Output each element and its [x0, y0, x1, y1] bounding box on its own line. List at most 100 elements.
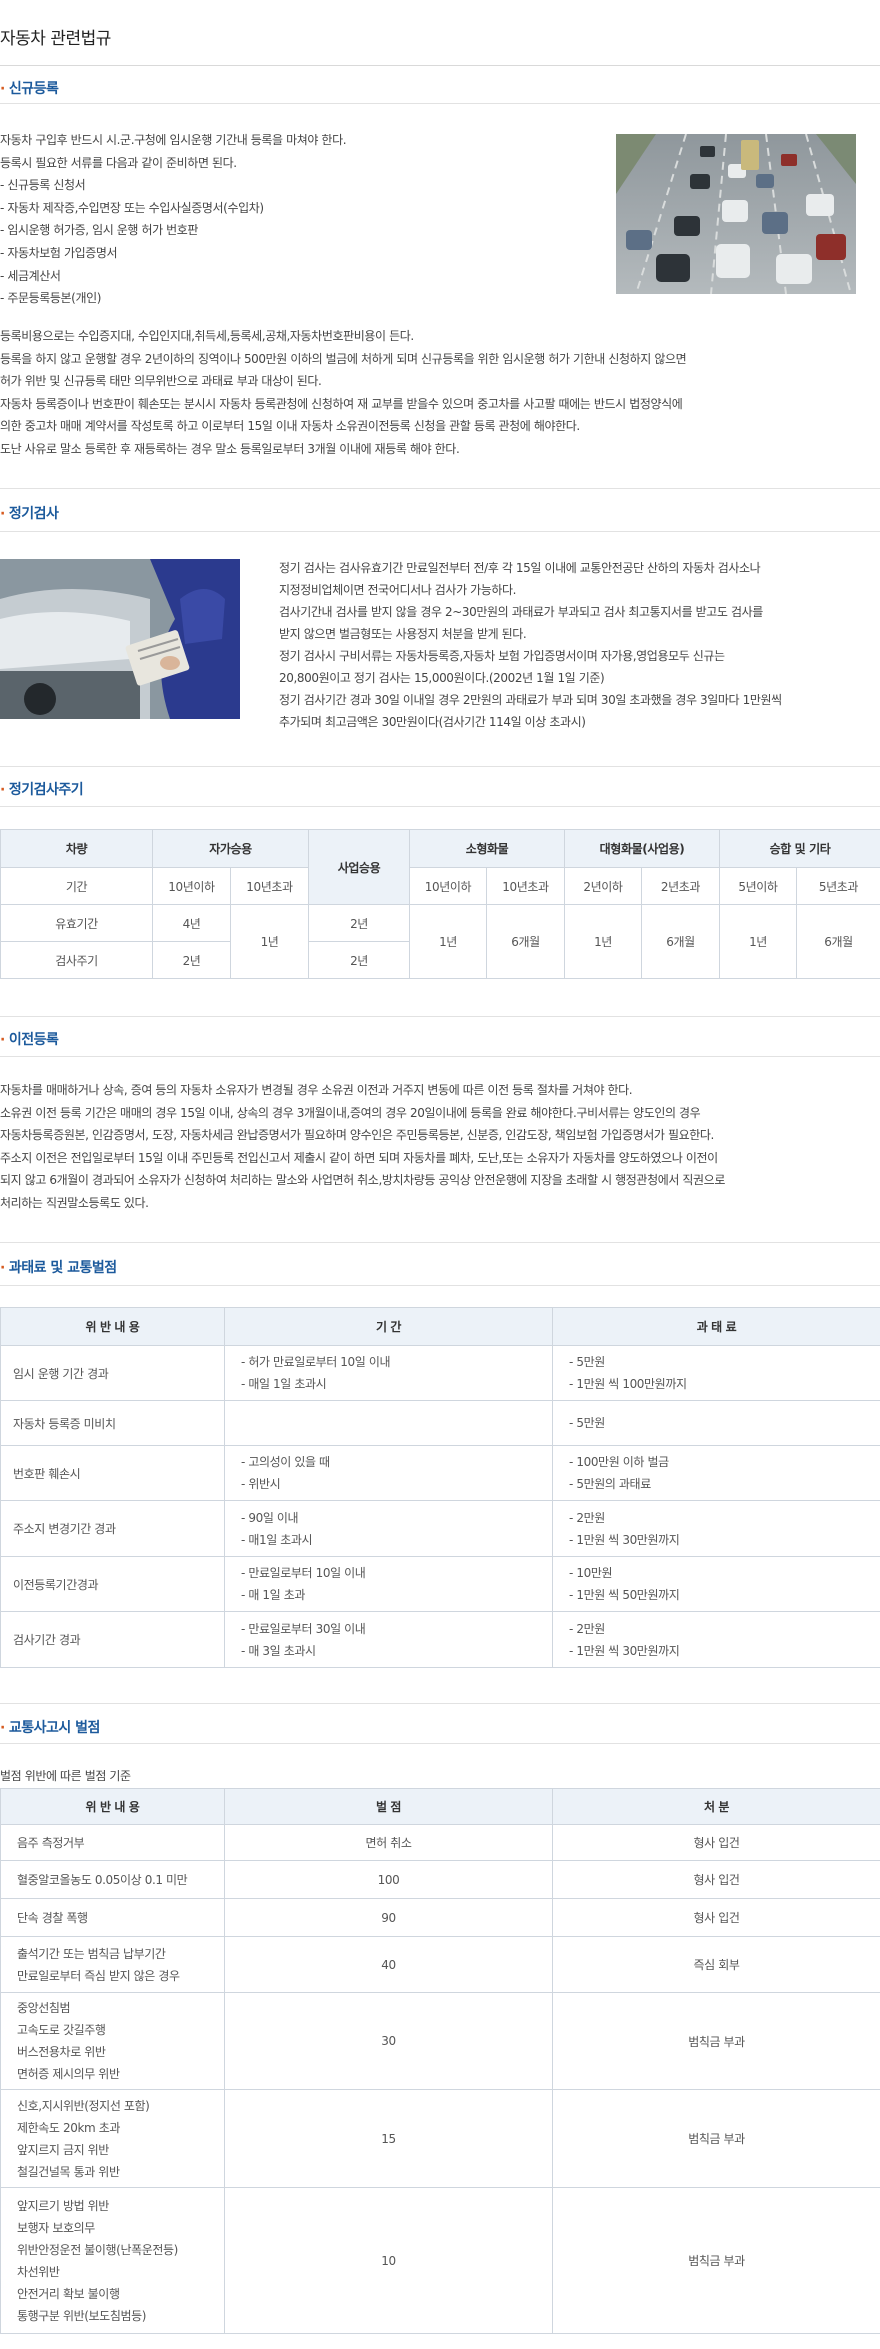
violation-line: 만료일로부터 즉심 받지 않은 경우 — [17, 1968, 180, 1983]
table-cell: 2년 — [152, 941, 231, 979]
fine-line: - 2만원 — [569, 1510, 605, 1525]
text-line: 지정정비업체이면 전국어디서나 검사가 가능하다. — [279, 583, 517, 597]
action-cell: 즉심 회부 — [552, 1936, 880, 1993]
violation-item: 번호판 훼손시 — [0, 1445, 225, 1501]
fine-line: - 5만원의 과태료 — [569, 1477, 651, 1491]
period-line: - 90일 이내 — [241, 1510, 299, 1525]
violation-line: 안전거리 확보 불이행 — [17, 2286, 120, 2301]
text-line: - 자동차보험 가입증명서 — [0, 245, 118, 260]
section-label: 정기검사 — [8, 506, 59, 522]
table-header: 차량 — [0, 829, 153, 868]
period-line: - 만료일로부터 30일 이내 — [241, 1621, 366, 1636]
section-title-transfer: · 이전등록 — [0, 1029, 880, 1049]
action-cell: 범칙금 부과 — [552, 2187, 880, 2334]
points-cell: 15 — [224, 2089, 553, 2188]
text-line: 정기 검사는 검사유효기간 만료일전부터 전/후 각 15일 이내에 교통안전공… — [279, 561, 761, 575]
period-line: - 매 1일 초과 — [241, 1588, 305, 1602]
section-divider — [0, 806, 880, 807]
fine-line: - 10만원 — [569, 1566, 613, 1580]
violation-line: 차선위반 — [17, 2264, 60, 2279]
text-line: 받지 않으면 벌금형또는 사용정지 처분을 받게 된다. — [279, 627, 527, 641]
section-divider — [0, 531, 880, 532]
action-cell: 범칙금 부과 — [552, 1992, 880, 2090]
bullet-icon: · — [0, 506, 5, 522]
page-title: 자동차 관련법규 — [0, 29, 111, 49]
section-label: 신규등록 — [8, 81, 59, 97]
table-cell: 2년 — [308, 941, 410, 979]
table-cell: 2년 — [308, 904, 410, 942]
violation-line: 단속 경찰 폭행 — [17, 1910, 88, 1925]
points-cell: 90 — [224, 1898, 553, 1937]
text-line: 추가되며 최고금액은 30만원이다(검사기간 114일 이상 초과시) — [279, 715, 586, 729]
violation-cell: 중앙선침범 고속도로 갓길주행 버스전용차로 위반 면허증 제시의무 위반 — [0, 1992, 225, 2090]
violation-cell: 신호,지시위반(정지선 포함) 제한속도 20km 초과 앞지르지 금지 위반 … — [0, 2089, 225, 2188]
traffic-illustration — [616, 134, 856, 294]
table-cell: 2년이하 — [564, 867, 642, 905]
text-line: 정기 검사기간 경과 30일 이내일 경우 2만원의 과태료가 부과 되며 30… — [279, 693, 782, 707]
fine-cell: - 100만원 이하 벌금 - 5만원의 과태료 — [552, 1445, 880, 1501]
row-label: 검사주기 — [0, 941, 153, 979]
text-line: 정기 검사시 구비서류는 자동차등록증,자동차 보험 가입증명서이며 자가용,영… — [279, 649, 725, 663]
text-line: 검사기간내 검사를 받지 않을 경우 2~30만원의 과태료가 부과되고 검사 … — [279, 605, 763, 619]
inspection-text: 정기 검사는 검사유효기간 만료일전부터 전/후 각 15일 이내에 교통안전공… — [279, 557, 782, 733]
fine-line: - 5만원 — [569, 1416, 605, 1430]
table-row: 자동차 등록증 미비치 - 5만원 — [0, 1400, 880, 1446]
text-line: 20,800원이고 정기 검사는 15,000원이다.(2002년 1월 1일 … — [279, 671, 605, 685]
text-line: 자동차 등록증이나 번호판이 훼손또는 분시시 자동차 등록관청에 신청하여 재… — [0, 396, 683, 411]
period-line: - 고의성이 있을 때 — [241, 1455, 330, 1469]
table-header: 소형화물 — [409, 829, 565, 868]
table-cell: 1년 — [230, 904, 309, 979]
fine-line: - 100만원 이하 벌금 — [569, 1455, 669, 1469]
row-label: 유효기간 — [0, 904, 153, 942]
section-divider — [0, 766, 880, 767]
table-cell: 1년 — [719, 904, 797, 979]
table-header: 자가승용 — [152, 829, 309, 868]
table-row: 중앙선침범 고속도로 갓길주행 버스전용차로 위반 면허증 제시의무 위반 30… — [0, 1992, 880, 2090]
table-row: 음주 측정거부 면허 취소 형사 입건 — [0, 1824, 880, 1861]
table-cell: 5년초과 — [795, 867, 880, 905]
action-cell: 범칙금 부과 — [552, 2089, 880, 2188]
section-divider — [0, 1056, 880, 1057]
violation-cell: 앞지르기 방법 위반 보행자 보호의무 위반안정운전 불이행(난폭운전등) 차선… — [0, 2187, 225, 2334]
violation-item: 검사기간 경과 — [0, 1611, 225, 1668]
points-cell: 100 — [224, 1860, 553, 1899]
table-header: 기 간 — [224, 1307, 553, 1346]
violation-item: 자동차 등록증 미비치 — [0, 1400, 225, 1446]
table-header-row: 위 반 내 용 벌 점 처 분 — [0, 1788, 880, 1825]
section-label: 교통사고시 벌점 — [8, 1720, 101, 1736]
table-cell: 6개월 — [795, 904, 880, 979]
action-cell: 형사 입건 — [552, 1824, 880, 1861]
violation-line: 철길건널목 통과 위반 — [17, 2164, 120, 2179]
table-cell: 4년 — [152, 904, 231, 942]
text-line: 처리하는 직권말소등록도 있다. — [0, 1195, 149, 1210]
violation-line: 출석기간 또는 범칙금 납부기간 — [17, 1946, 166, 1961]
violation-item: 주소지 변경기간 경과 — [0, 1500, 225, 1557]
period-line: - 만료일로부터 10일 이내 — [241, 1566, 366, 1580]
violation-line: 중앙선침범 — [17, 2001, 71, 2015]
table-header: 사업승용 — [308, 829, 410, 905]
violation-cell: 출석기간 또는 범칙금 납부기간 만료일로부터 즉심 받지 않은 경우 — [0, 1936, 225, 1993]
title-divider — [0, 65, 880, 66]
violation-line: 신호,지시위반(정지선 포함) — [17, 2098, 150, 2113]
table-row: 번호판 훼손시 - 고의성이 있을 때 - 위반시 - 100만원 이하 벌금 … — [0, 1445, 880, 1501]
action-cell: 형사 입건 — [552, 1898, 880, 1937]
section-divider — [0, 1703, 880, 1704]
section-title-new-registration: · 신규등록 — [0, 78, 880, 98]
table-cell: 6개월 — [486, 904, 565, 979]
section-title-cycle: · 정기검사주기 — [0, 779, 880, 799]
text-line: - 자동차 제작증,수입면장 또는 수입사실증명서(수입차) — [0, 200, 264, 215]
section-label: 이전등록 — [8, 1032, 59, 1048]
violation-line: 앞지르지 금지 위반 — [17, 2142, 109, 2157]
violation-line: 음주 측정거부 — [17, 1835, 85, 1850]
text-line: 도난 사유로 말소 등록한 후 재등록하는 경우 말소 등록일로부터 3개월 이… — [0, 441, 460, 456]
text-line: 허가 위반 및 신규등록 태만 의무위반으로 과태료 부과 대상이 된다. — [0, 374, 322, 389]
fine-cell: - 10만원 - 1만원 씩 50만원까지 — [552, 1556, 880, 1612]
section-title-inspection: · 정기검사 — [0, 503, 880, 523]
page: 자동차 관련법규 · 신규등록 자동차 구입후 반드시 시.군.구청에 임시운행 … — [0, 0, 880, 2349]
table-cell: 1년 — [409, 904, 487, 979]
section-divider — [0, 488, 880, 489]
violation-line: 앞지르기 방법 위반 — [17, 2198, 109, 2213]
period-line: - 허가 만료일로부터 10일 이내 — [241, 1355, 391, 1369]
fines-table: 위 반 내 용 기 간 과 태 료 임시 운행 기간 경과 - 허가 만료일로부… — [0, 1307, 880, 1668]
period-cell: - 만료일로부터 10일 이내 - 매 1일 초과 — [224, 1556, 553, 1612]
